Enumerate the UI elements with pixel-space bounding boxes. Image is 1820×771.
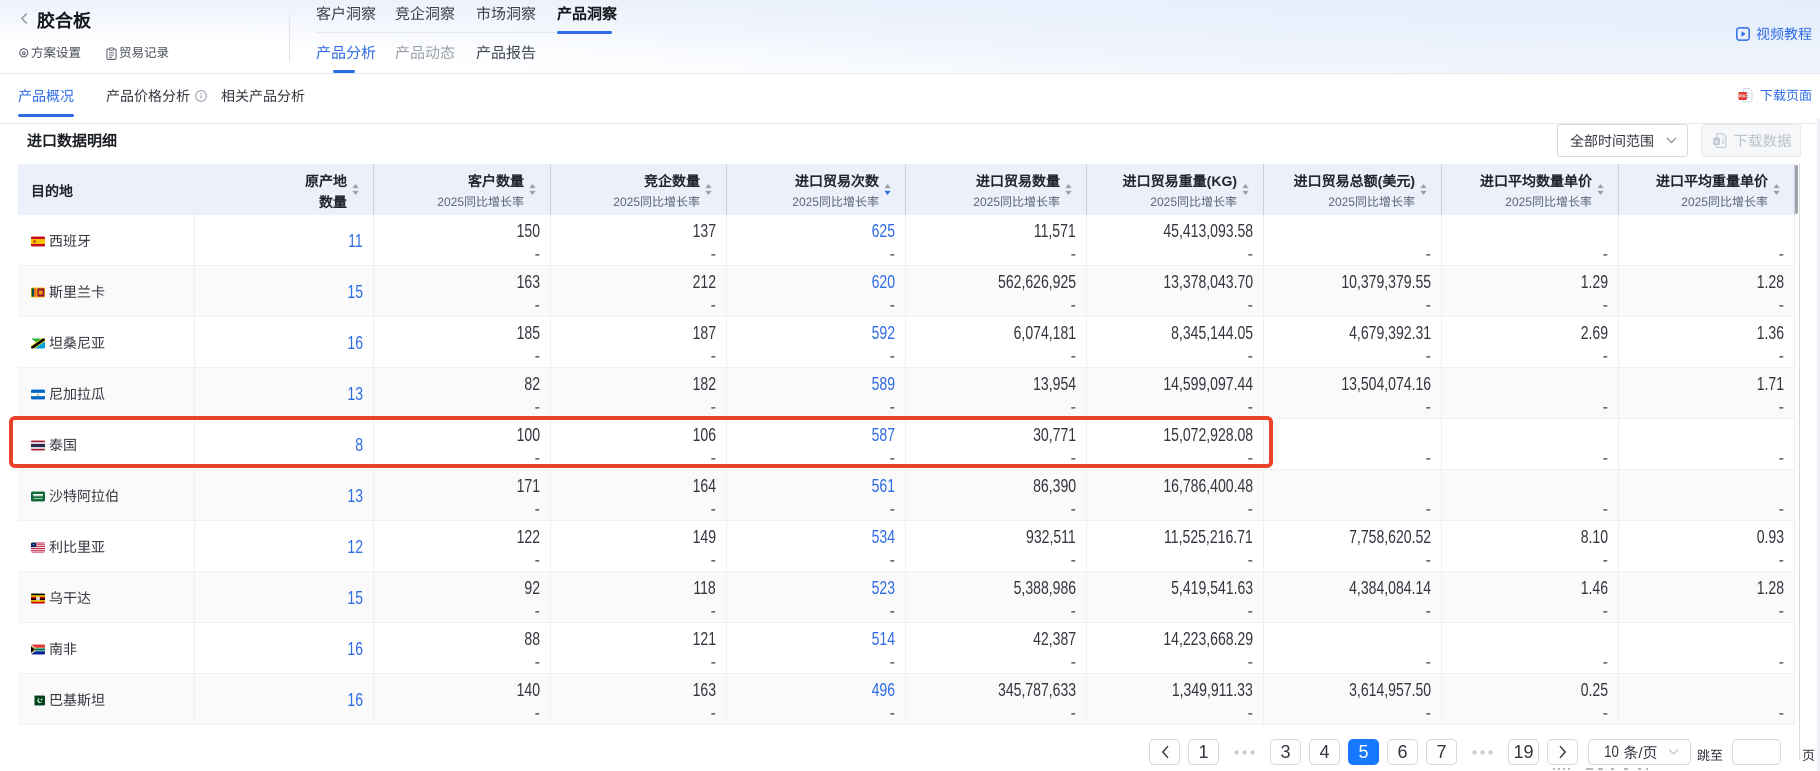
svg-text:PDF: PDF (1739, 94, 1748, 99)
